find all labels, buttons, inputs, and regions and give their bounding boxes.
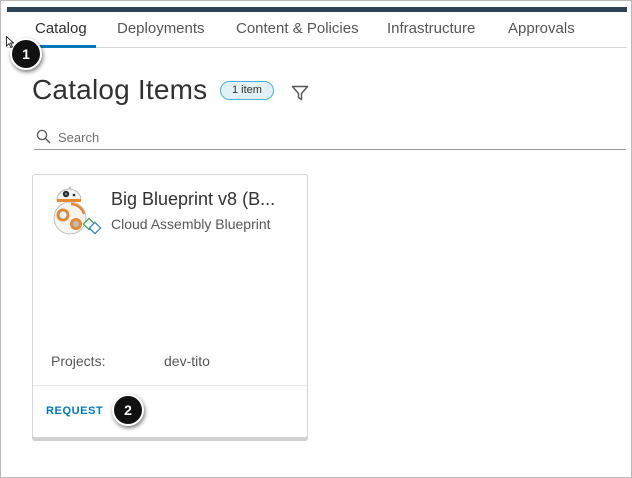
step-marker-1: 1 xyxy=(10,38,42,70)
search-input[interactable] xyxy=(58,127,618,147)
catalog-item-title: Big Blueprint v8 (B... xyxy=(111,189,276,209)
search-icon xyxy=(36,129,51,144)
search-bar xyxy=(34,126,626,150)
bb8-robot-icon xyxy=(49,186,103,238)
catalog-item-card: Big Blueprint v8 (B... Cloud Assembly Bl… xyxy=(32,174,308,438)
filter-icon[interactable] xyxy=(291,84,309,102)
app-frame: Catalog Deployments Content & Policies I… xyxy=(0,0,632,478)
tab-content-policies[interactable]: Content & Policies xyxy=(236,20,359,38)
mouse-pointer-icon xyxy=(6,35,15,49)
projects-value: dev-tito xyxy=(164,353,210,369)
tab-infrastructure[interactable]: Infrastructure xyxy=(387,20,475,38)
tab-catalog[interactable]: Catalog xyxy=(35,20,87,38)
step-marker-2: 2 xyxy=(112,394,144,426)
tab-deployments[interactable]: Deployments xyxy=(117,20,205,38)
item-count-badge: 1 item xyxy=(220,81,274,100)
card-divider xyxy=(33,385,307,386)
active-tab-indicator xyxy=(33,45,96,48)
page-title: Catalog Items xyxy=(32,74,208,105)
tab-approvals[interactable]: Approvals xyxy=(508,20,575,38)
request-button[interactable]: REQUEST xyxy=(46,405,103,417)
main-nav: Catalog Deployments Content & Policies I… xyxy=(7,12,627,48)
catalog-item-type: Cloud Assembly Blueprint xyxy=(111,216,271,232)
projects-label: Projects: xyxy=(51,353,106,369)
